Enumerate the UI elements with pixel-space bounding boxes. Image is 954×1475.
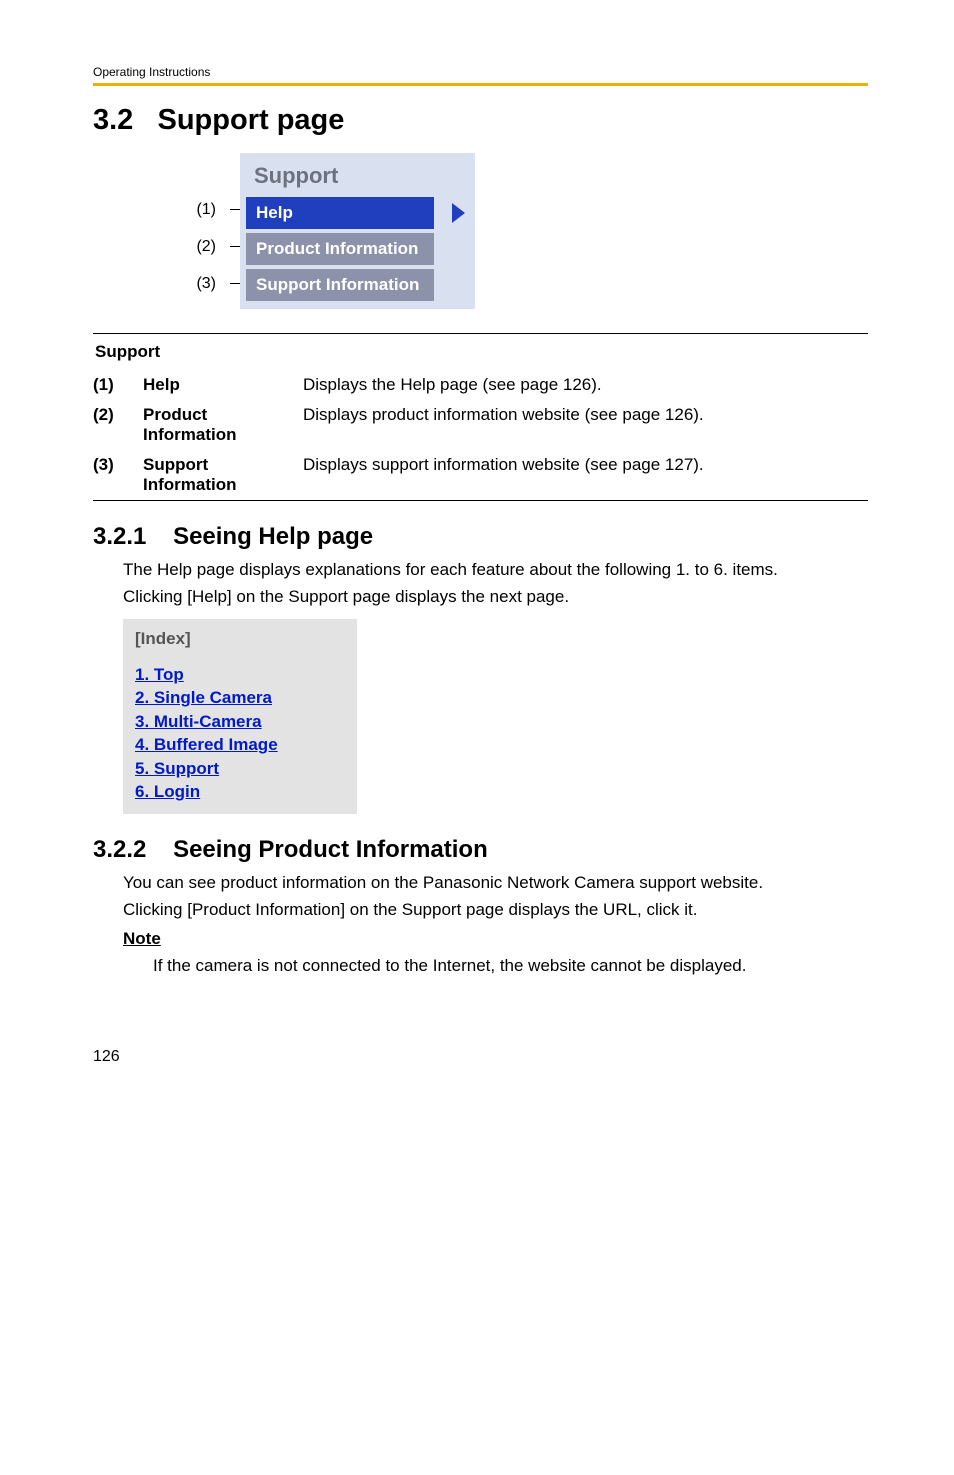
figure-label-3: (3) [188,267,216,300]
section-title: Support page [158,104,345,136]
table-row: (1) Help Displays the Help page (see pag… [93,370,868,400]
index-link-top[interactable]: 1. Top [135,663,345,686]
index-link-single-camera[interactable]: 2. Single Camera [135,686,345,709]
figure-tick-2 [230,246,240,247]
paragraph: The Help page displays explanations for … [123,559,868,582]
table-row: (2) Product Information Displays product… [93,400,868,450]
index-link-login[interactable]: 6. Login [135,780,345,803]
def-term: Product Information [143,400,303,450]
index-box: [Index] 1. Top 2. Single Camera 3. Multi… [123,619,357,814]
def-term: Support Information [143,450,303,500]
section-number: 3.2 [93,104,133,136]
figure-tick-1 [230,209,240,210]
def-term: Help [143,370,303,400]
menu-item-product-information[interactable]: Product Information [246,233,434,265]
paragraph: Clicking [Product Information] on the Su… [123,899,868,922]
subsection-heading-322: 3.2.2 Seeing Product Information [93,836,868,864]
support-menu-background: Support Help Product Information Support… [240,153,475,309]
definitions-table: (1) Help Displays the Help page (see pag… [93,370,868,500]
running-header: Operating Instructions [93,65,868,79]
def-num: (2) [93,400,143,450]
page-number: 126 [93,1048,868,1066]
def-num: (3) [93,450,143,500]
subsection-number: 3.2.1 [93,523,146,550]
def-desc: Displays product information website (se… [303,400,868,450]
def-desc: Displays support information website (se… [303,450,868,500]
subsection-title: Seeing Product Information [173,836,488,863]
subsection-title: Seeing Help page [173,523,373,550]
index-link-multi-camera[interactable]: 3. Multi-Camera [135,710,345,733]
figure-label-1: (1) [188,193,216,226]
subsection-heading-321: 3.2.1 Seeing Help page [93,523,868,551]
menu-item-help[interactable]: Help [246,197,434,229]
menu-item-support-information[interactable]: Support Information [246,269,434,301]
header-rule [93,83,868,86]
note-heading: Note [123,929,868,949]
figure-label-2: (2) [188,230,216,263]
paragraph: You can see product information on the P… [123,872,868,895]
support-menu-title: Support [240,157,475,197]
index-link-support[interactable]: 5. Support [135,757,345,780]
triangle-icon [452,203,465,223]
def-desc: Displays the Help page (see page 126). [303,370,868,400]
section-heading: 3.2 Support page [93,104,868,137]
index-title: [Index] [135,629,345,649]
table-bottom-rule [93,500,868,501]
subsection-number: 3.2.2 [93,836,146,863]
table-section-head: Support [93,334,868,368]
index-link-buffered-image[interactable]: 4. Buffered Image [135,733,345,756]
table-row: (3) Support Information Displays support… [93,450,868,500]
def-num: (1) [93,370,143,400]
note-text: If the camera is not connected to the In… [153,955,868,978]
figure-tick-3 [230,283,240,284]
support-menu-figure: (1) (2) (3) Support Help Product Informa… [188,153,868,309]
paragraph: Clicking [Help] on the Support page disp… [123,586,868,609]
